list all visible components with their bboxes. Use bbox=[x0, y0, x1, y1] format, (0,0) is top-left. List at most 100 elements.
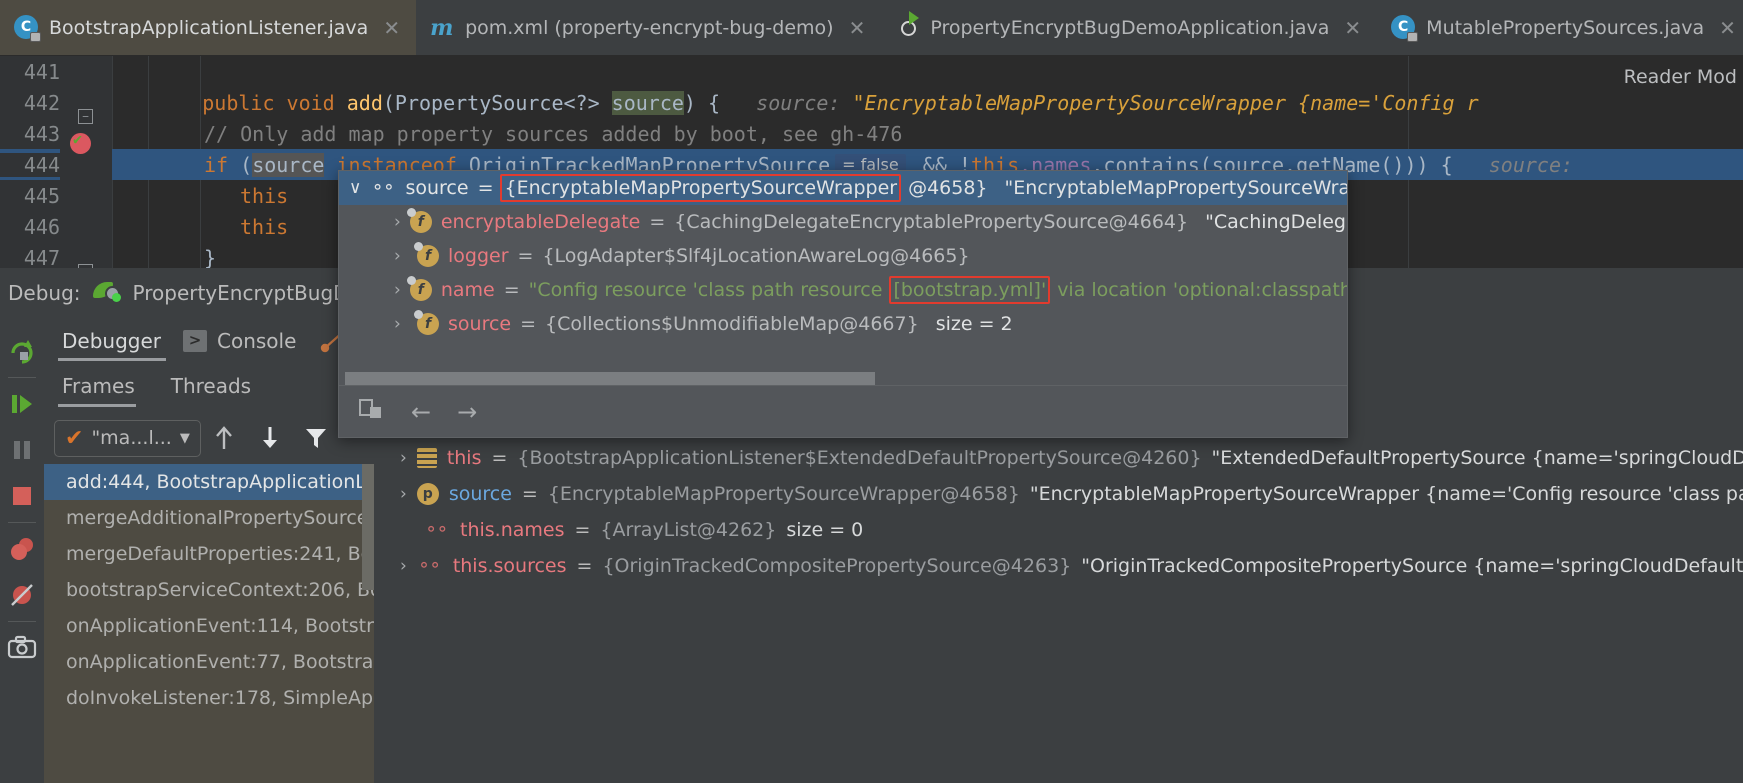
copy-value-icon[interactable] bbox=[357, 397, 385, 427]
expand-chevron-icon[interactable]: › bbox=[400, 484, 407, 504]
inlay-hint-value: "EncryptableMapPropertySourceWrapper {na… bbox=[852, 90, 1479, 115]
expand-chevron-icon[interactable]: › bbox=[394, 280, 401, 300]
frame-up-icon[interactable] bbox=[201, 418, 247, 458]
popup-value-type: {CachingDelegateEncryptablePropertySourc… bbox=[674, 211, 1189, 233]
popup-string-prefix: "Config resource 'class path resource bbox=[528, 279, 883, 301]
tab-label: BootstrapApplicationListener.java bbox=[49, 16, 369, 39]
stop-icon[interactable] bbox=[4, 473, 40, 519]
expand-chevron-icon[interactable]: › bbox=[400, 556, 407, 576]
expand-chevron-icon[interactable]: › bbox=[394, 314, 408, 334]
variable-name: this bbox=[446, 447, 482, 469]
watch-glasses-icon: ⚬⚬ bbox=[416, 556, 443, 576]
line-number: 447 bbox=[23, 245, 60, 269]
close-icon[interactable]: ✕ bbox=[849, 16, 866, 40]
pause-program-icon[interactable] bbox=[4, 427, 40, 473]
variables-panel[interactable]: › this = {BootstrapApplicationListener$E… bbox=[374, 416, 1743, 783]
popup-value-tail: @4658} bbox=[908, 177, 988, 199]
frames-list[interactable]: add:444, BootstrapApplicationList mergeA… bbox=[44, 464, 374, 783]
java-class-icon: C bbox=[1391, 14, 1419, 42]
variable-row-this[interactable]: › this = {BootstrapApplicationListener$E… bbox=[374, 440, 1743, 476]
frame-row[interactable]: add:444, BootstrapApplicationList bbox=[44, 464, 374, 500]
rerun-icon[interactable] bbox=[4, 328, 40, 374]
popup-value-type: {LogAdapter$Slf4jLocationAwareLog@4665} bbox=[542, 245, 970, 267]
filter-icon[interactable] bbox=[293, 418, 339, 458]
back-arrow-icon[interactable]: ← bbox=[411, 398, 431, 426]
code-params: (PropertySource<?> bbox=[382, 90, 612, 115]
close-icon[interactable]: ✕ bbox=[1719, 16, 1736, 40]
highlighted-value-box: {EncryptableMapPropertySourceWrapper bbox=[500, 174, 902, 202]
breakpoint-icon[interactable] bbox=[70, 130, 91, 154]
highlighted-bootstrap-yml-box: [bootstrap.yml]' bbox=[889, 276, 1051, 304]
popup-value-string: "CachingDelegateEncrypt... bbox=[1205, 211, 1347, 233]
reader-mode-label[interactable]: Reader Mod bbox=[1624, 66, 1737, 88]
editor-tab-mutablepropertysources[interactable]: C MutablePropertySources.java ✕ bbox=[1377, 0, 1743, 55]
expand-chevron-icon[interactable]: › bbox=[400, 448, 407, 468]
variable-string: "EncryptableMapPropertySourceWrapper {na… bbox=[1029, 483, 1743, 505]
expand-chevron-icon[interactable]: › bbox=[394, 212, 401, 232]
code-this: this bbox=[240, 183, 289, 208]
editor-tab-pom-xml[interactable]: m pom.xml (property-encrypt-bug-demo) ✕ bbox=[416, 0, 881, 55]
spring-boot-icon bbox=[895, 15, 921, 41]
variable-row-source[interactable]: › p source = {EncryptableMapPropertySour… bbox=[374, 476, 1743, 512]
popup-row-name[interactable]: › f name = "Config resource 'class path … bbox=[339, 273, 1347, 307]
variable-name: this.names bbox=[460, 519, 565, 541]
line-number: 445 bbox=[23, 183, 60, 208]
popup-variable-name: source bbox=[405, 177, 469, 199]
popup-row-source-map[interactable]: › f source = {Collections$UnmodifiableMa… bbox=[339, 307, 1347, 341]
resume-program-icon[interactable] bbox=[4, 381, 40, 427]
variable-type: {BootstrapApplicationListener$ExtendedDe… bbox=[517, 447, 1202, 469]
frame-row[interactable]: doInvokeListener:178, SimpleApp bbox=[44, 680, 374, 716]
frame-row[interactable]: onApplicationEvent:114, Bootstra bbox=[44, 608, 374, 644]
frame-row[interactable]: mergeDefaultProperties:241, Boo bbox=[44, 536, 374, 572]
mute-breakpoints-icon[interactable] bbox=[4, 572, 40, 618]
thread-selector-dropdown[interactable]: ✔ "ma...l... ▼ bbox=[54, 419, 201, 457]
frame-row[interactable]: bootstrapServiceContext:206, Boo bbox=[44, 572, 374, 608]
popup-row-logger[interactable]: › f logger = {LogAdapter$Slf4jLocationAw… bbox=[339, 239, 1347, 273]
debug-value-popup[interactable]: ∨ ⚬⚬ source = {EncryptableMapPropertySou… bbox=[338, 170, 1348, 438]
view-breakpoints-icon[interactable] bbox=[4, 526, 40, 572]
inlay-hint-label: source: bbox=[756, 90, 841, 115]
tab-frames[interactable]: Frames bbox=[62, 374, 135, 398]
editor-tab-propertyencryptbugdemoapplication[interactable]: PropertyEncryptBugDemoApplication.java ✕ bbox=[881, 0, 1377, 55]
forward-arrow-icon[interactable]: → bbox=[457, 398, 477, 426]
line-number: 442 bbox=[23, 90, 60, 115]
popup-value-string: "EncryptableMapPropertySourceWrapper {na… bbox=[1004, 177, 1347, 199]
popup-horizontal-scrollbar[interactable] bbox=[345, 372, 875, 385]
close-icon[interactable]: ✕ bbox=[383, 16, 400, 40]
popup-value-type: {Collections$UnmodifiableMap@4667} bbox=[545, 313, 919, 335]
tab-label: MutablePropertySources.java bbox=[1426, 16, 1705, 39]
editor-tab-bootstrapapplicationlistener[interactable]: C BootstrapApplicationListener.java ✕ bbox=[0, 0, 417, 55]
popup-row-encryptabledelegate[interactable]: › f encryptableDelegate = {CachingDelega… bbox=[339, 205, 1347, 239]
panel-splitter[interactable] bbox=[358, 464, 376, 783]
variable-string: "OriginTrackedCompositePropertySource {n… bbox=[1081, 555, 1743, 577]
tab-debugger[interactable]: Debugger bbox=[62, 329, 183, 353]
equals-sign: = bbox=[649, 211, 666, 233]
close-icon[interactable]: ✕ bbox=[1344, 16, 1361, 40]
code-var-source: source bbox=[252, 152, 325, 177]
camera-icon[interactable] bbox=[4, 625, 40, 671]
popup-variable-name: logger bbox=[448, 245, 509, 267]
popup-value-size: size = 2 bbox=[935, 313, 1013, 335]
popup-row-source[interactable]: ∨ ⚬⚬ source = {EncryptableMapPropertySou… bbox=[339, 171, 1347, 205]
code-keyword-public: public bbox=[202, 90, 275, 115]
tab-threads[interactable]: Threads bbox=[171, 374, 251, 398]
tab-console[interactable]: > Console bbox=[183, 329, 318, 353]
tab-label: pom.xml (property-encrypt-bug-demo) bbox=[465, 16, 834, 39]
expand-chevron-icon[interactable]: › bbox=[394, 246, 408, 266]
line-number: 446 bbox=[23, 214, 60, 239]
maven-icon: m bbox=[430, 14, 454, 41]
tab-label: Debugger bbox=[62, 329, 161, 353]
variable-type: {EncryptableMapPropertySourceWrapper@465… bbox=[547, 483, 1020, 505]
code-keyword-void: void bbox=[286, 90, 335, 115]
tab-label: PropertyEncryptBugDemoApplication.java bbox=[930, 16, 1330, 39]
variable-row-this-names[interactable]: › ⚬⚬ this.names = {ArrayList@4262} size … bbox=[374, 512, 1743, 548]
frame-row[interactable]: onApplicationEvent:77, Bootstrap bbox=[44, 644, 374, 680]
variable-row-this-sources[interactable]: › ⚬⚬ this.sources = {OriginTrackedCompos… bbox=[374, 548, 1743, 584]
code-method-add: add bbox=[346, 90, 383, 115]
frame-row[interactable]: mergeAdditionalPropertySources bbox=[44, 500, 374, 536]
frame-down-icon[interactable] bbox=[247, 418, 293, 458]
popup-string-suffix: via location 'optional:classpath:/" bbox=[1057, 279, 1348, 301]
collapse-chevron-icon[interactable]: ∨ bbox=[349, 178, 361, 198]
debug-label: Debug: bbox=[8, 281, 81, 305]
code-comment: // Only add map property sources added b… bbox=[204, 121, 903, 146]
